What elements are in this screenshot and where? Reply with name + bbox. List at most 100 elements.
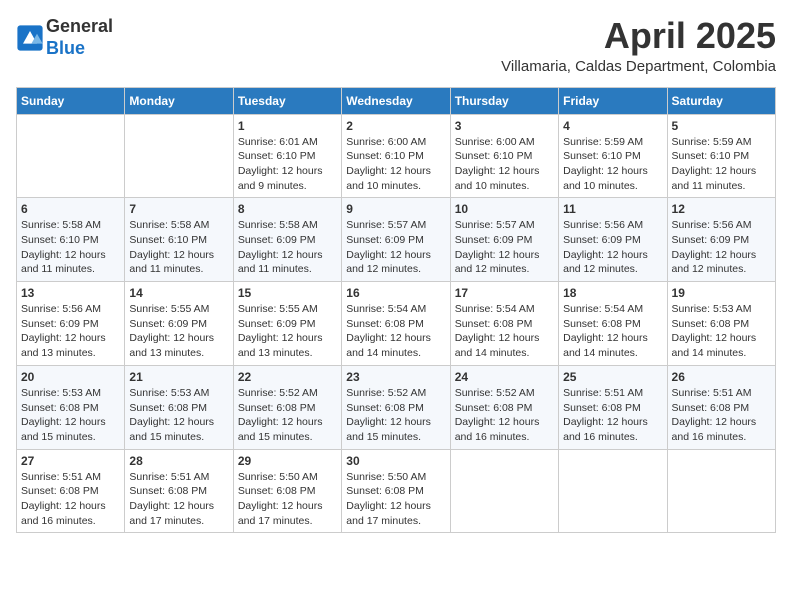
calendar-cell: 27 Sunrise: 5:51 AMSunset: 6:08 PMDayligh… — [17, 449, 125, 533]
calendar-cell: 19Sunrise: 5:53 AMSunset: 6:08 PMDayligh… — [667, 282, 775, 366]
calendar-cell: 1 Sunrise: 6:01 AMSunset: 6:10 PMDaylight… — [233, 114, 341, 198]
day-number: 29 — [238, 454, 337, 468]
day-info: Sunrise: 5:56 AMSunset: 6:09 PMDaylight:… — [672, 218, 771, 277]
day-info: Sunrise: 5:51 AMSunset: 6:08 PMDaylight:… — [129, 470, 228, 529]
day-info: Sunrise: 5:50 AMSunset: 6:08 PMDaylight:… — [238, 470, 337, 529]
day-info: Sunrise: 5:54 AMSunset: 6:08 PMDaylight:… — [455, 302, 554, 361]
day-number: 22 — [238, 370, 337, 384]
month-year: April 2025 — [501, 16, 776, 56]
calendar-cell: 23 Sunrise: 5:52 AMSunset: 6:08 PMDayligh… — [342, 365, 450, 449]
calendar-cell: 13Sunrise: 5:56 AMSunset: 6:09 PMDayligh… — [17, 282, 125, 366]
day-number: 4 — [563, 119, 662, 133]
day-number: 9 — [346, 202, 445, 216]
day-info: Sunrise: 5:58 AMSunset: 6:09 PMDaylight:… — [238, 218, 337, 277]
day-number: 18 — [563, 286, 662, 300]
calendar-cell: 29 Sunrise: 5:50 AMSunset: 6:08 PMDayligh… — [233, 449, 341, 533]
logo: General Blue — [16, 16, 113, 59]
day-number: 23 — [346, 370, 445, 384]
day-number: 26 — [672, 370, 771, 384]
day-info: Sunrise: 5:53 AMSunset: 6:08 PMDaylight:… — [129, 386, 228, 445]
day-number: 19 — [672, 286, 771, 300]
day-info: Sunrise: 5:51 AMSunset: 6:08 PMDaylight:… — [563, 386, 662, 445]
calendar-cell — [559, 449, 667, 533]
day-info: Sunrise: 5:59 AMSunset: 6:10 PMDaylight:… — [563, 135, 662, 194]
day-number: 6 — [21, 202, 120, 216]
calendar-cell: 3 Sunrise: 6:00 AMSunset: 6:10 PMDaylight… — [450, 114, 558, 198]
day-info: Sunrise: 6:00 AMSunset: 6:10 PMDaylight:… — [455, 135, 554, 194]
col-header-sunday: Sunday — [17, 87, 125, 114]
day-number: 14 — [129, 286, 228, 300]
calendar-cell — [17, 114, 125, 198]
day-info: Sunrise: 5:50 AMSunset: 6:08 PMDaylight:… — [346, 470, 445, 529]
calendar-cell: 5 Sunrise: 5:59 AMSunset: 6:10 PMDaylight… — [667, 114, 775, 198]
day-number: 7 — [129, 202, 228, 216]
calendar-cell: 20 Sunrise: 5:53 AMSunset: 6:08 PMDayligh… — [17, 365, 125, 449]
col-header-saturday: Saturday — [667, 87, 775, 114]
calendar-cell: 14 Sunrise: 5:55 AMSunset: 6:09 PMDayligh… — [125, 282, 233, 366]
day-info: Sunrise: 6:00 AMSunset: 6:10 PMDaylight:… — [346, 135, 445, 194]
day-number: 8 — [238, 202, 337, 216]
day-number: 11 — [563, 202, 662, 216]
day-number: 1 — [238, 119, 337, 133]
logo-icon — [16, 24, 44, 52]
calendar-cell: 2 Sunrise: 6:00 AMSunset: 6:10 PMDaylight… — [342, 114, 450, 198]
day-number: 16 — [346, 286, 445, 300]
logo-text: General Blue — [46, 16, 113, 59]
day-number: 5 — [672, 119, 771, 133]
day-info: Sunrise: 5:54 AMSunset: 6:08 PMDaylight:… — [563, 302, 662, 361]
col-header-monday: Monday — [125, 87, 233, 114]
calendar-cell: 26Sunrise: 5:51 AMSunset: 6:08 PMDayligh… — [667, 365, 775, 449]
day-number: 28 — [129, 454, 228, 468]
title-block: April 2025 Villamaria, Caldas Department… — [501, 16, 776, 75]
calendar-cell: 8 Sunrise: 5:58 AMSunset: 6:09 PMDaylight… — [233, 198, 341, 282]
calendar-cell: 18 Sunrise: 5:54 AMSunset: 6:08 PMDayligh… — [559, 282, 667, 366]
day-number: 21 — [129, 370, 228, 384]
day-info: Sunrise: 5:52 AMSunset: 6:08 PMDaylight:… — [346, 386, 445, 445]
day-number: 13 — [21, 286, 120, 300]
calendar-cell: 6 Sunrise: 5:58 AMSunset: 6:10 PMDaylight… — [17, 198, 125, 282]
day-number: 30 — [346, 454, 445, 468]
day-number: 27 — [21, 454, 120, 468]
calendar-cell: 21 Sunrise: 5:53 AMSunset: 6:08 PMDayligh… — [125, 365, 233, 449]
day-number: 2 — [346, 119, 445, 133]
day-info: Sunrise: 5:52 AMSunset: 6:08 PMDaylight:… — [455, 386, 554, 445]
day-info: Sunrise: 5:58 AMSunset: 6:10 PMDaylight:… — [129, 218, 228, 277]
calendar-cell: 7 Sunrise: 5:58 AMSunset: 6:10 PMDaylight… — [125, 198, 233, 282]
col-header-wednesday: Wednesday — [342, 87, 450, 114]
calendar-cell: 9 Sunrise: 5:57 AMSunset: 6:09 PMDaylight… — [342, 198, 450, 282]
day-number: 3 — [455, 119, 554, 133]
day-info: Sunrise: 5:58 AMSunset: 6:10 PMDaylight:… — [21, 218, 120, 277]
day-info: Sunrise: 5:52 AMSunset: 6:08 PMDaylight:… — [238, 386, 337, 445]
col-header-tuesday: Tuesday — [233, 87, 341, 114]
day-number: 17 — [455, 286, 554, 300]
day-info: Sunrise: 5:59 AMSunset: 6:10 PMDaylight:… — [672, 135, 771, 194]
calendar-cell — [450, 449, 558, 533]
day-number: 20 — [21, 370, 120, 384]
col-header-friday: Friday — [559, 87, 667, 114]
day-info: Sunrise: 5:53 AMSunset: 6:08 PMDaylight:… — [21, 386, 120, 445]
calendar-cell: 17 Sunrise: 5:54 AMSunset: 6:08 PMDayligh… — [450, 282, 558, 366]
location: Villamaria, Caldas Department, Colombia — [501, 58, 776, 75]
day-info: Sunrise: 5:55 AMSunset: 6:09 PMDaylight:… — [238, 302, 337, 361]
day-info: Sunrise: 5:57 AMSunset: 6:09 PMDaylight:… — [346, 218, 445, 277]
day-number: 12 — [672, 202, 771, 216]
day-number: 24 — [455, 370, 554, 384]
col-header-thursday: Thursday — [450, 87, 558, 114]
calendar-cell: 4 Sunrise: 5:59 AMSunset: 6:10 PMDaylight… — [559, 114, 667, 198]
day-info: Sunrise: 5:57 AMSunset: 6:09 PMDaylight:… — [455, 218, 554, 277]
calendar-cell: 25Sunrise: 5:51 AMSunset: 6:08 PMDayligh… — [559, 365, 667, 449]
calendar-cell: 12 Sunrise: 5:56 AMSunset: 6:09 PMDayligh… — [667, 198, 775, 282]
calendar-cell: 16Sunrise: 5:54 AMSunset: 6:08 PMDayligh… — [342, 282, 450, 366]
day-info: Sunrise: 5:55 AMSunset: 6:09 PMDaylight:… — [129, 302, 228, 361]
day-number: 10 — [455, 202, 554, 216]
calendar-cell: 28 Sunrise: 5:51 AMSunset: 6:08 PMDayligh… — [125, 449, 233, 533]
calendar-cell — [667, 449, 775, 533]
calendar-table: SundayMondayTuesdayWednesdayThursdayFrid… — [16, 87, 776, 534]
calendar-cell: 22 Sunrise: 5:52 AMSunset: 6:08 PMDayligh… — [233, 365, 341, 449]
day-number: 15 — [238, 286, 337, 300]
calendar-cell: 15 Sunrise: 5:55 AMSunset: 6:09 PMDayligh… — [233, 282, 341, 366]
header: General Blue April 2025 Villamaria, Cald… — [16, 16, 776, 75]
day-info: Sunrise: 5:51 AMSunset: 6:08 PMDaylight:… — [21, 470, 120, 529]
calendar-cell — [125, 114, 233, 198]
day-info: Sunrise: 6:01 AMSunset: 6:10 PMDaylight:… — [238, 135, 337, 194]
